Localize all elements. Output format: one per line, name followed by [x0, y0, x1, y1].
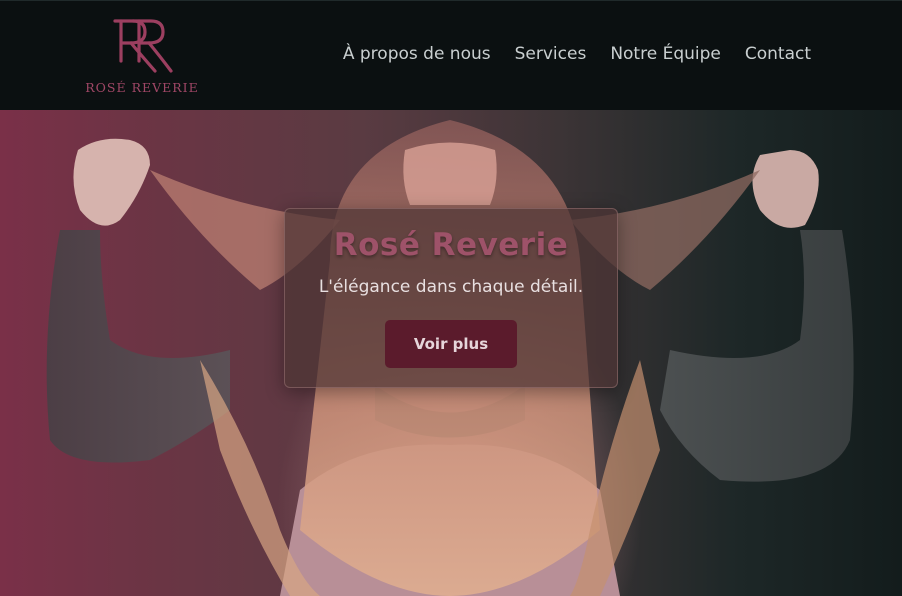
hero-card: Rosé Reverie L'élégance dans chaque déta… [284, 208, 618, 388]
navbar: ROSÉ REVERIE À propos de nous Services N… [0, 0, 902, 110]
brand-name: ROSÉ REVERIE [85, 80, 199, 95]
main-nav: À propos de nous Services Notre Équipe C… [343, 44, 811, 64]
hero-title: Rosé Reverie [333, 227, 569, 263]
rr-monogram-icon [113, 19, 173, 73]
nav-link-services[interactable]: Services [515, 44, 587, 64]
hero-section: Rosé Reverie L'élégance dans chaque déta… [0, 110, 902, 596]
nav-link-team[interactable]: Notre Équipe [610, 44, 721, 64]
hero-tagline: L'élégance dans chaque détail. [318, 277, 584, 297]
see-more-button[interactable]: Voir plus [385, 320, 517, 368]
brand-logo[interactable]: ROSÉ REVERIE [85, 15, 199, 97]
nav-link-about[interactable]: À propos de nous [343, 44, 491, 64]
nav-link-contact[interactable]: Contact [745, 44, 811, 64]
